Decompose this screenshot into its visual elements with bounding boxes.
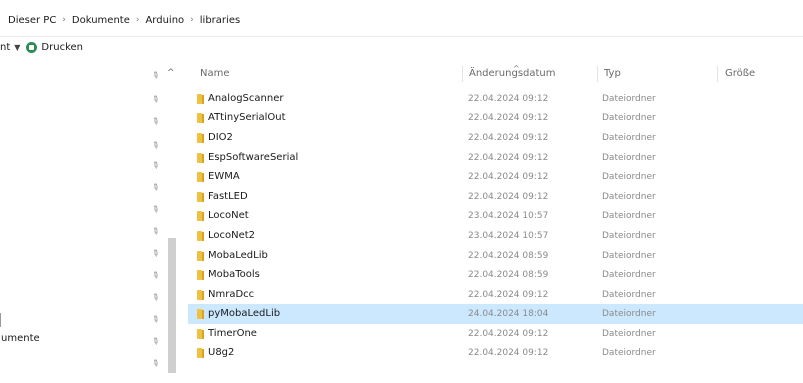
file-type: Dateiordner bbox=[602, 133, 656, 143]
folder-icon bbox=[197, 153, 204, 163]
folder-icon bbox=[197, 172, 204, 182]
file-type: Dateiordner bbox=[602, 94, 656, 104]
file-row[interactable]: AnalogScanner 22.04.2024 09:12 Dateiordn… bbox=[188, 89, 803, 109]
file-date: 22.04.2024 09:12 bbox=[468, 348, 549, 358]
nav-item-documents[interactable]: umente bbox=[1, 333, 40, 344]
folder-icon bbox=[197, 211, 204, 221]
folder-icon bbox=[197, 133, 204, 143]
file-type: Dateiordner bbox=[602, 172, 656, 182]
breadcrumb-segment-arduino[interactable]: Arduino bbox=[145, 15, 184, 26]
file-date: 22.04.2024 08:59 bbox=[468, 270, 549, 280]
breadcrumb-segment-dokumente[interactable]: Dokumente bbox=[72, 15, 130, 26]
file-row[interactable]: U8g2 22.04.2024 09:12 Dateiordner bbox=[188, 343, 803, 363]
file-row[interactable]: NmraDcc 22.04.2024 09:12 Dateiordner bbox=[188, 285, 803, 305]
column-header-date[interactable]: Änderungsdatum bbox=[469, 68, 556, 79]
folder-icon bbox=[197, 94, 204, 104]
file-row[interactable]: LocoNet 23.04.2024 10:57 Dateiordner bbox=[188, 206, 803, 226]
breadcrumb-segment-dieser-pc[interactable]: Dieser PC bbox=[8, 15, 56, 26]
file-name: AnalogScanner bbox=[208, 93, 284, 104]
file-name: NmraDcc bbox=[208, 289, 255, 300]
file-date: 22.04.2024 09:12 bbox=[468, 94, 549, 104]
folder-icon bbox=[197, 329, 204, 339]
folder-icon bbox=[197, 113, 204, 123]
file-row[interactable]: MobaTools 22.04.2024 08:59 Dateiordner bbox=[188, 265, 803, 285]
file-row[interactable]: LocoNet2 23.04.2024 10:57 Dateiordner bbox=[188, 226, 803, 246]
file-type: Dateiordner bbox=[602, 251, 656, 261]
folder-icon bbox=[197, 251, 204, 261]
file-row-selected[interactable]: pyMobaLedLib 24.04.2024 18:04 Dateiordne… bbox=[188, 304, 803, 324]
folder-icon bbox=[197, 270, 204, 280]
file-name: FastLED bbox=[208, 191, 248, 202]
file-date: 22.04.2024 09:12 bbox=[468, 153, 549, 163]
file-name: pyMobaLedLib bbox=[208, 308, 281, 319]
nav-scrollbar-thumb[interactable] bbox=[168, 238, 176, 373]
divider bbox=[0, 36, 803, 37]
file-date: 22.04.2024 08:59 bbox=[468, 251, 549, 261]
folder-icon bbox=[197, 192, 204, 202]
column-divider[interactable] bbox=[597, 66, 598, 82]
folder-icon bbox=[197, 348, 204, 358]
breadcrumb-segment-libraries[interactable]: libraries bbox=[200, 15, 240, 26]
file-row[interactable]: FastLED 22.04.2024 09:12 Dateiordner bbox=[188, 187, 803, 207]
file-type: Dateiordner bbox=[602, 211, 656, 221]
file-name: TimerOne bbox=[208, 328, 257, 339]
file-date: 24.04.2024 18:04 bbox=[468, 309, 549, 319]
file-type: Dateiordner bbox=[602, 153, 656, 163]
command-bar: nt ▼ Drucken bbox=[0, 36, 83, 58]
file-name: EWMA bbox=[208, 171, 240, 182]
file-name: EspSoftwareSerial bbox=[208, 152, 299, 163]
file-type: Dateiordner bbox=[602, 113, 656, 123]
file-row[interactable]: DIO2 22.04.2024 09:12 Dateiordner bbox=[188, 128, 803, 148]
file-row[interactable]: TimerOne 22.04.2024 09:12 Dateiordner bbox=[188, 324, 803, 344]
scroll-up-icon[interactable]: ^ bbox=[167, 68, 175, 78]
print-button[interactable]: Drucken bbox=[41, 42, 83, 53]
folder-icon bbox=[197, 309, 204, 319]
chevron-down-icon[interactable]: ▼ bbox=[14, 43, 20, 52]
column-header-size[interactable]: Größe bbox=[725, 68, 755, 79]
file-date: 22.04.2024 09:12 bbox=[468, 329, 549, 339]
file-row[interactable]: EspSoftwareSerial 22.04.2024 09:12 Datei… bbox=[188, 148, 803, 168]
toolbar-partial-label[interactable]: nt bbox=[0, 42, 10, 53]
breadcrumb[interactable]: Dieser PC › Dokumente › Arduino › librar… bbox=[8, 11, 795, 29]
file-date: 23.04.2024 10:57 bbox=[468, 211, 549, 221]
file-date: 22.04.2024 09:12 bbox=[468, 133, 549, 143]
file-date: 23.04.2024 10:57 bbox=[468, 231, 549, 241]
column-header-type[interactable]: Typ bbox=[604, 68, 621, 79]
file-type: Dateiordner bbox=[602, 329, 656, 339]
chevron-right-icon: › bbox=[190, 15, 194, 25]
file-date: 22.04.2024 09:12 bbox=[468, 172, 549, 182]
file-date: 22.04.2024 09:12 bbox=[468, 290, 549, 300]
file-name: LocoNet bbox=[208, 210, 249, 221]
file-type: Dateiordner bbox=[602, 231, 656, 241]
file-type: Dateiordner bbox=[602, 309, 656, 319]
column-header-name[interactable]: Name bbox=[200, 68, 230, 79]
file-row[interactable]: ATtinySerialOut 22.04.2024 09:12 Dateior… bbox=[188, 108, 803, 128]
file-date: 22.04.2024 09:12 bbox=[468, 192, 549, 202]
file-name: MobaLedLib bbox=[208, 250, 268, 261]
file-name: LocoNet2 bbox=[208, 230, 256, 241]
file-type: Dateiordner bbox=[602, 192, 656, 202]
chevron-right-icon: › bbox=[135, 15, 140, 25]
folder-icon bbox=[197, 290, 204, 300]
print-icon[interactable] bbox=[26, 41, 38, 53]
file-name: DIO2 bbox=[208, 132, 233, 143]
column-divider[interactable] bbox=[717, 66, 718, 82]
column-divider[interactable] bbox=[462, 66, 463, 82]
file-row[interactable]: MobaLedLib 22.04.2024 08:59 Dateiordner bbox=[188, 246, 803, 266]
file-type: Dateiordner bbox=[602, 348, 656, 358]
file-row[interactable]: EWMA 22.04.2024 09:12 Dateiordner bbox=[188, 167, 803, 187]
file-date: 22.04.2024 09:12 bbox=[468, 113, 549, 123]
file-type: Dateiordner bbox=[602, 290, 656, 300]
file-name: U8g2 bbox=[208, 347, 235, 358]
file-name: ATtinySerialOut bbox=[208, 112, 286, 123]
file-type: Dateiordner bbox=[602, 270, 656, 280]
chevron-right-icon: › bbox=[62, 15, 66, 25]
file-name: MobaTools bbox=[208, 269, 260, 280]
column-header-row: Name ^ Änderungsdatum Typ Größe bbox=[190, 64, 803, 84]
folder-icon bbox=[197, 231, 204, 241]
nav-item-edge bbox=[0, 313, 5, 327]
